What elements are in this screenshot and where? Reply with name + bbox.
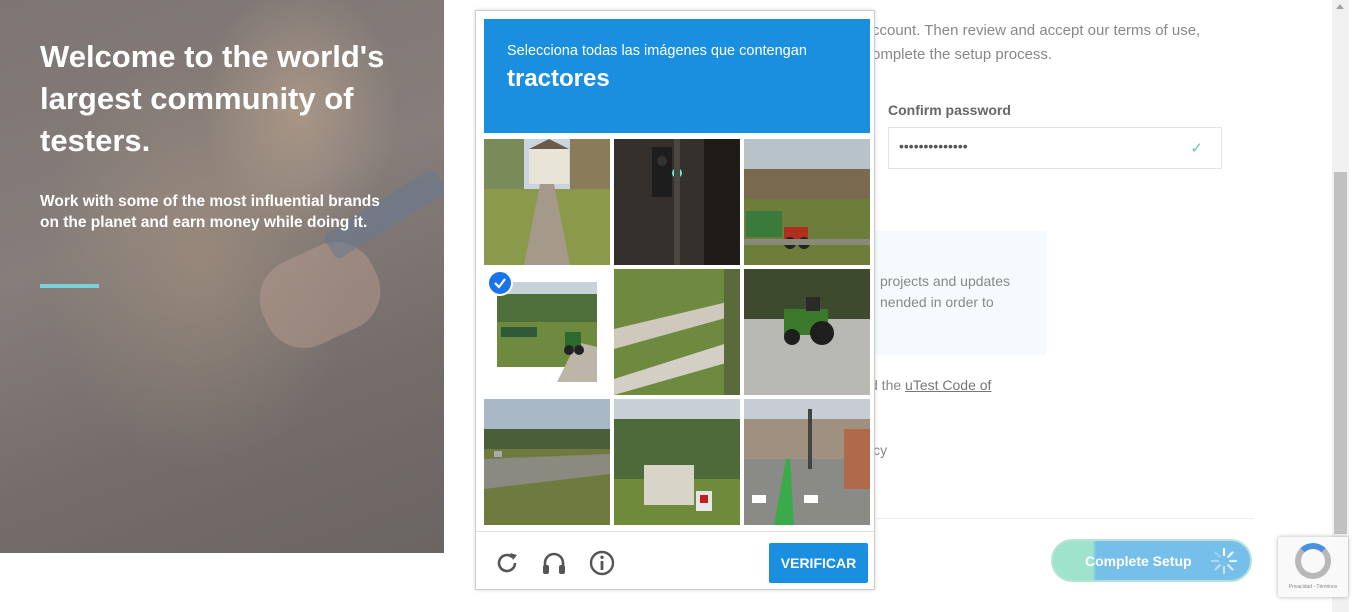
checkmark-icon: ✓ [1190, 140, 1203, 157]
scrollbar-thumb[interactable] [1334, 172, 1347, 534]
captcha-challenge: Selecciona todas las imágenes que conten… [475, 10, 876, 590]
captcha-footer-divider [476, 531, 876, 532]
captcha-tile-9[interactable] [744, 399, 870, 525]
captcha-tile-5[interactable] [614, 269, 740, 395]
hero-panel: Welcome to the world's largest community… [0, 0, 444, 553]
tile-image-tractor-park [497, 282, 597, 382]
code-of-conduct-link[interactable]: uTest Code of [905, 377, 991, 393]
captcha-tile-8[interactable] [614, 399, 740, 525]
info-text: projects and updates nended in order to [880, 273, 1010, 310]
tile-image-trees-sign [614, 399, 740, 525]
tile-selected-check-icon [487, 270, 513, 296]
verify-button[interactable]: VERIFICAR [769, 543, 868, 583]
tile-image-road-houses [484, 139, 610, 265]
tile-image-tractor-road [744, 269, 870, 395]
recaptcha-badge-text[interactable]: Privacidad - Términos [1278, 584, 1348, 590]
reload-icon[interactable] [493, 549, 521, 577]
complete-setup-button[interactable]: Complete Setup [1051, 539, 1252, 582]
confirm-password-label: Confirm password [888, 102, 1011, 118]
captcha-instruction: Selecciona todas las imágenes que conten… [507, 43, 807, 59]
tile-image-bike-lane [744, 399, 870, 525]
captcha-header: Selecciona todas las imágenes que conten… [484, 19, 870, 133]
form-intro-line-1: ccount. Then review and accept our terms… [872, 22, 1201, 39]
tile-image-traffic-light [614, 139, 740, 265]
info-icon[interactable] [588, 549, 616, 577]
captcha-tile-7[interactable] [484, 399, 610, 525]
captcha-tile-3[interactable] [744, 139, 870, 265]
agree-prefix: d the [870, 377, 906, 393]
captcha-target-word: tractores [507, 65, 610, 92]
tile-image-sidewalk [614, 269, 740, 395]
hero-title: Welcome to the world's largest community… [40, 39, 385, 158]
hero-subtitle: Work with some of the most influential b… [40, 193, 380, 231]
form-divider [866, 518, 1254, 519]
form-intro-line-2: omplete the setup process. [872, 46, 1053, 63]
tile-image-highway [484, 399, 610, 525]
confirm-password-value: •••••••••••••• [899, 138, 968, 154]
recaptcha-logo-icon [1295, 543, 1331, 579]
confirm-password-field[interactable]: •••••••••••••• ✓ [888, 127, 1222, 169]
captcha-tile-1[interactable] [484, 139, 610, 265]
captcha-tile-2[interactable] [614, 139, 740, 265]
captcha-tile-6[interactable] [744, 269, 870, 395]
recaptcha-badge[interactable]: Privacidad - Términos [1278, 537, 1348, 597]
tile-image-tractor-field [744, 139, 870, 265]
complete-setup-label: Complete Setup [1085, 553, 1192, 569]
hero-accent-line [40, 284, 99, 288]
loading-spinner-icon [1210, 547, 1238, 575]
scroll-up-arrow-icon[interactable] [1336, 4, 1344, 9]
headphones-icon[interactable] [540, 549, 568, 577]
agree-text: d the uTest Code of [870, 377, 991, 393]
